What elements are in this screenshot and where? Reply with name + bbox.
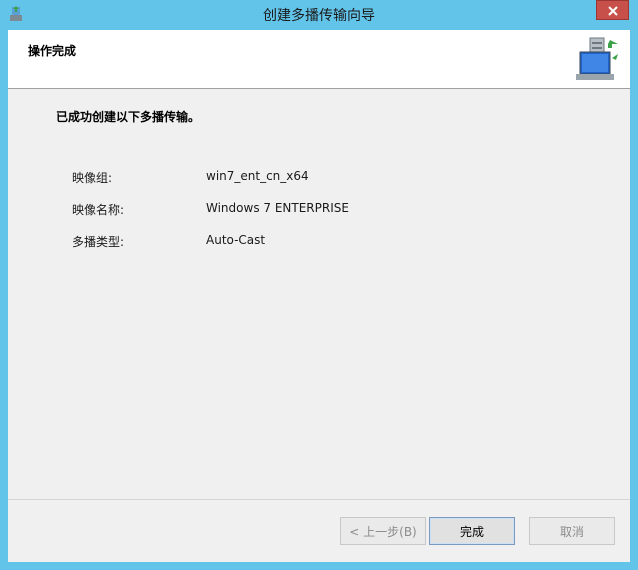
back-button[interactable]: < 上一步(B) — [340, 517, 426, 545]
cancel-button[interactable]: 取消 — [529, 517, 615, 545]
multicast-type-value: Auto-Cast — [206, 233, 266, 247]
page-title: 操作完成 — [28, 44, 77, 58]
close-button[interactable] — [596, 0, 629, 20]
server-network-icon — [572, 34, 622, 84]
title-bar[interactable]: 创建多播传输向导 — [0, 0, 638, 29]
wizard-client-area: 操作完成 已成功创建以下多播传输。 映像组: win7_ent_cn_x64 映… — [8, 30, 630, 562]
multicast-type-label: 多播类型: — [72, 235, 125, 249]
success-message: 已成功创建以下多播传输。 — [56, 110, 201, 124]
image-group-label: 映像组: — [72, 171, 113, 185]
window-title: 创建多播传输向导 — [263, 8, 375, 24]
finish-button[interactable]: 完成 — [429, 517, 515, 545]
image-name-value: Windows 7 ENTERPRISE — [206, 201, 349, 215]
image-name-label: 映像名称: — [72, 203, 125, 217]
footer-divider — [8, 499, 630, 500]
wizard-header: 操作完成 — [8, 30, 630, 89]
wizard-window: 创建多播传输向导 操作完成 已成功创建以下多播传输。 映像组: win7_ent… — [0, 0, 638, 570]
image-group-value: win7_ent_cn_x64 — [206, 169, 309, 183]
close-icon — [607, 1, 619, 20]
